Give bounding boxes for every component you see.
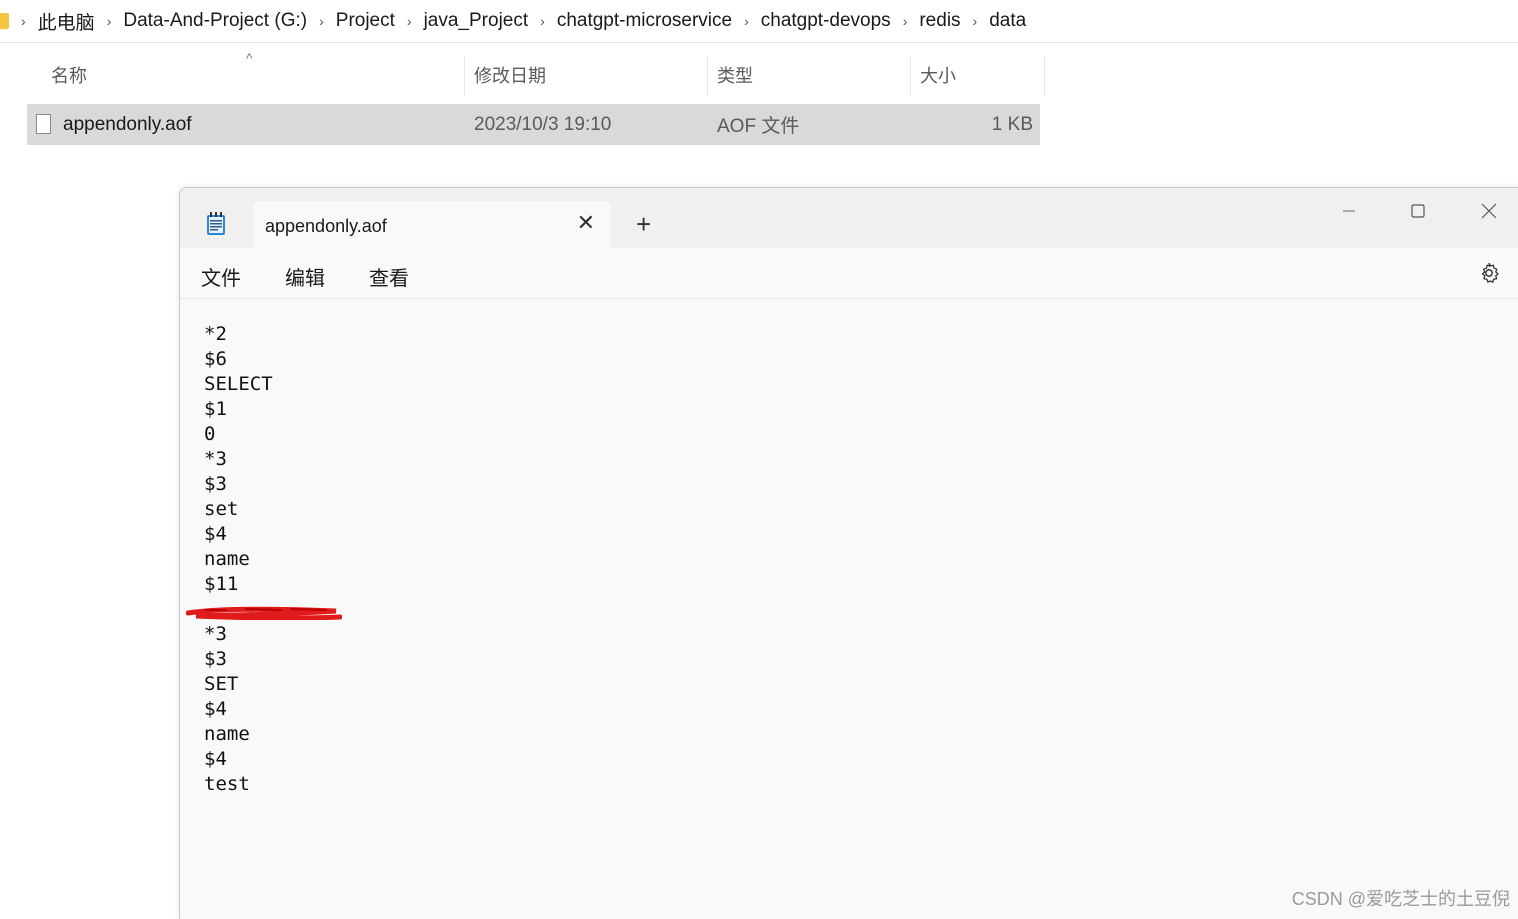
chevron-right-icon[interactable]: ›	[973, 13, 978, 29]
settings-gear-icon[interactable]	[1477, 261, 1501, 285]
sort-ascending-icon: ^	[246, 50, 253, 66]
file-icon	[36, 114, 51, 134]
column-divider[interactable]	[707, 56, 708, 96]
file-size: 1 KB	[991, 113, 1033, 135]
text-line: *2	[204, 323, 227, 345]
minimize-button[interactable]	[1329, 196, 1369, 226]
column-header-size[interactable]: 大小	[920, 52, 956, 98]
text-line: SET	[204, 673, 239, 695]
file-row[interactable]: appendonly.aof 2023/10/3 19:10 AOF 文件 1 …	[27, 104, 1040, 145]
column-divider[interactable]	[1044, 56, 1045, 96]
text-line: 0	[204, 423, 216, 445]
title-bar[interactable]: appendonly.aof ✕ +	[180, 188, 1518, 249]
column-header-date[interactable]: 修改日期	[474, 52, 546, 98]
menu-view[interactable]: 查看	[369, 262, 409, 291]
text-editor[interactable]: *2 $6 SELECT $1 0 *3 $3 set $4 name $11 …	[204, 322, 273, 797]
breadcrumb-item-drive[interactable]: Data-And-Project (G:)	[123, 10, 307, 32]
chevron-right-icon[interactable]: ›	[107, 13, 112, 29]
folder-icon	[0, 13, 9, 29]
breadcrumb-item-java-project[interactable]: java_Project	[424, 10, 529, 32]
chevron-right-icon[interactable]: ›	[407, 13, 412, 29]
text-line: $6	[204, 348, 227, 370]
close-window-button[interactable]	[1469, 196, 1509, 226]
minimize-icon	[1343, 210, 1355, 212]
breadcrumb-item-data[interactable]: data	[989, 10, 1026, 32]
chevron-right-icon[interactable]: ›	[540, 13, 545, 29]
text-line: *3	[204, 448, 227, 470]
file-modified-date: 2023/10/3 19:10	[474, 113, 612, 135]
new-tab-button[interactable]: +	[636, 211, 651, 237]
notepad-window: appendonly.aof ✕ + 文件 编辑 查看 *2 $6 SELECT…	[179, 187, 1518, 919]
chevron-right-icon[interactable]: ›	[744, 13, 749, 29]
text-line: *3	[204, 623, 227, 645]
text-line: test	[204, 773, 250, 795]
menu-edit[interactable]: 编辑	[285, 262, 325, 291]
close-tab-icon[interactable]: ✕	[577, 210, 595, 236]
breadcrumb-item-chatgpt-devops[interactable]: chatgpt-devops	[761, 10, 891, 32]
text-line: set	[204, 498, 239, 520]
text-line: SELECT	[204, 373, 273, 395]
tab-appendonly[interactable]: appendonly.aof ✕	[253, 201, 611, 249]
column-divider[interactable]	[464, 56, 465, 96]
address-bar[interactable]: › 此电脑 › Data-And-Project (G:) › Project …	[0, 0, 1518, 43]
text-line: $3	[204, 473, 227, 495]
maximize-button[interactable]	[1398, 196, 1438, 226]
text-line: $4	[204, 523, 227, 545]
column-header-type[interactable]: 类型	[717, 52, 753, 98]
text-line: $11	[204, 573, 239, 595]
text-line: $4	[204, 698, 227, 720]
redaction-scribble	[186, 606, 342, 620]
column-divider[interactable]	[910, 56, 911, 96]
file-name: appendonly.aof	[63, 113, 192, 135]
column-header-name[interactable]: 名称	[51, 52, 87, 98]
notepad-app-icon	[207, 212, 225, 235]
chevron-right-icon[interactable]: ›	[903, 13, 908, 29]
chevron-right-icon[interactable]: ›	[21, 13, 26, 29]
close-icon	[1481, 203, 1497, 219]
menu-file[interactable]: 文件	[201, 262, 241, 291]
text-line: $4	[204, 748, 227, 770]
breadcrumb-item-project[interactable]: Project	[336, 10, 395, 32]
text-line: name	[204, 723, 250, 745]
maximize-icon	[1411, 204, 1425, 218]
tab-title: appendonly.aof	[265, 216, 387, 236]
menu-bar: 文件 编辑 查看	[180, 248, 1518, 299]
file-type: AOF 文件	[717, 116, 800, 137]
breadcrumb-item-chatgpt-microservice[interactable]: chatgpt-microservice	[557, 10, 732, 32]
text-line: $1	[204, 398, 227, 420]
text-line: $3	[204, 648, 227, 670]
chevron-right-icon[interactable]: ›	[319, 13, 324, 29]
breadcrumb-item-this-pc[interactable]: 此电脑	[38, 8, 95, 35]
breadcrumb-item-redis[interactable]: redis	[919, 10, 960, 32]
watermark: CSDN @爱吃芝士的土豆倪	[1291, 889, 1510, 909]
text-line: name	[204, 548, 250, 570]
